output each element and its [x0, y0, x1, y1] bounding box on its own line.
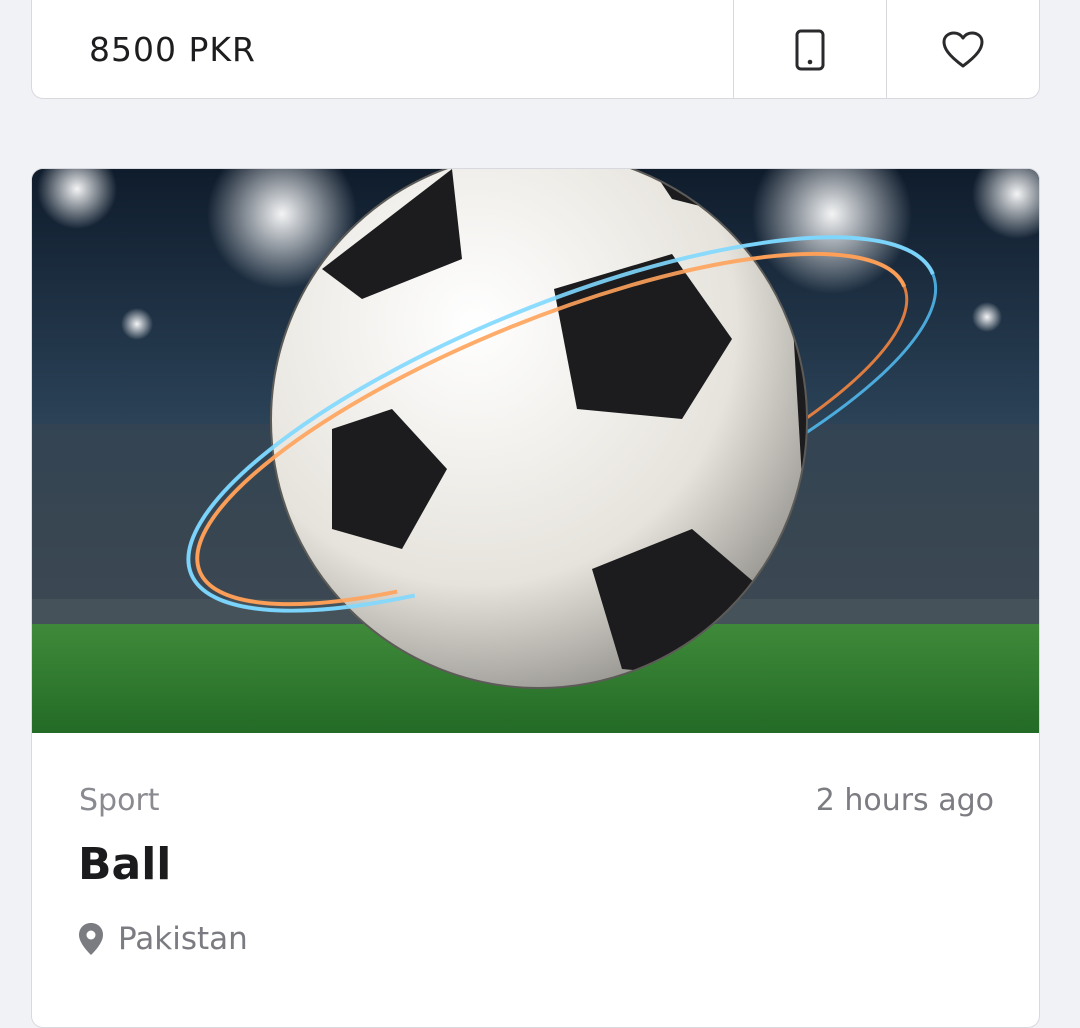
phone-icon — [795, 29, 825, 70]
soccer-ball-image — [32, 169, 1039, 733]
posted-time: 2 hours ago — [815, 783, 994, 818]
heart-icon — [942, 31, 984, 67]
listing-image[interactable] — [32, 169, 1039, 733]
location-row: Pakistan — [78, 921, 248, 957]
listing-title[interactable]: Ball — [78, 839, 171, 890]
listing-price: 8500 PKR — [89, 30, 256, 69]
meta-row: Sport 2 hours ago — [79, 783, 994, 818]
location-label: Pakistan — [118, 921, 248, 957]
category-label: Sport — [79, 783, 160, 818]
call-button[interactable] — [733, 0, 886, 98]
previous-listing-card[interactable]: 8500 PKR — [31, 0, 1040, 99]
location-pin-icon — [79, 923, 103, 955]
price-area: 8500 PKR — [32, 0, 733, 98]
favorite-button[interactable] — [886, 0, 1039, 98]
listing-card[interactable]: Sport 2 hours ago Ball Pakistan — [31, 168, 1040, 1028]
